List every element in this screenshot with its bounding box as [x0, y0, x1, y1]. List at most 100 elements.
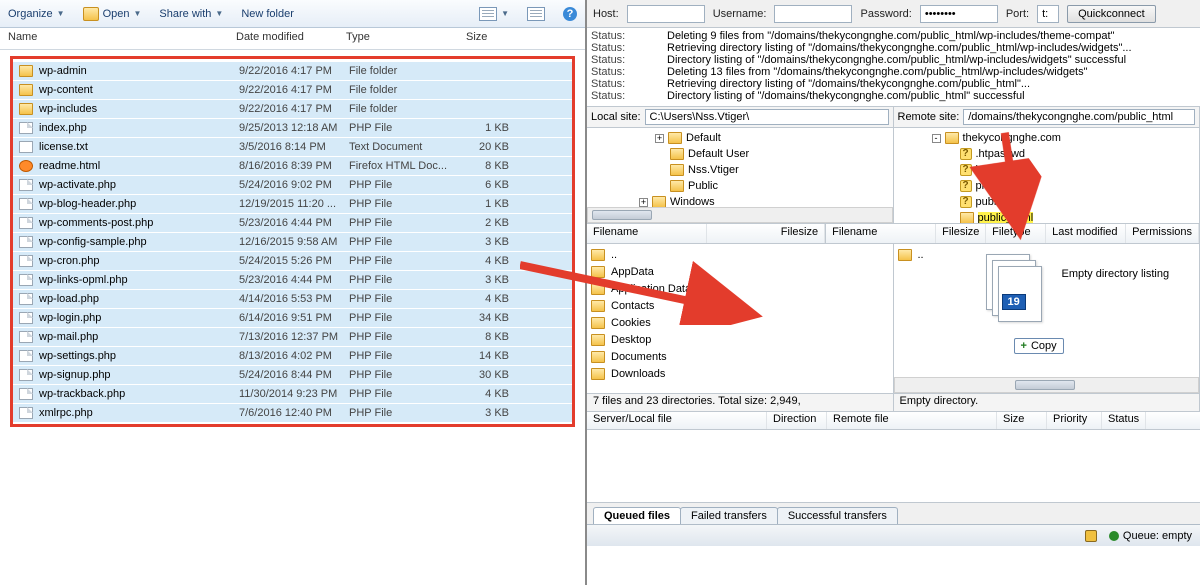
- status-message: Retrieving directory listing of "/domain…: [667, 42, 1132, 54]
- file-row[interactable]: wp-config-sample.php12/16/2015 9:58 AMPH…: [13, 232, 572, 251]
- th-status[interactable]: Status: [1102, 412, 1146, 429]
- remote-col-lastmod[interactable]: Last modified: [1046, 224, 1126, 243]
- file-type: PHP File: [349, 255, 469, 267]
- tree-item[interactable]: public_ftp: [898, 194, 1196, 210]
- tree-item[interactable]: Default User: [591, 146, 889, 162]
- drag-drop-preview: 19 +Copy: [974, 250, 1054, 340]
- preview-pane-button[interactable]: [527, 7, 545, 21]
- local-col-filesize[interactable]: Filesize: [707, 224, 825, 243]
- col-date[interactable]: Date modified: [228, 28, 338, 49]
- remote-scrollbar[interactable]: [894, 377, 1200, 393]
- file-row[interactable]: index.php9/25/2013 12:18 AMPHP File1 KB: [13, 118, 572, 137]
- th-remotefile[interactable]: Remote file: [827, 412, 997, 429]
- file-row[interactable]: wp-comments-post.php5/23/2016 4:44 PMPHP…: [13, 213, 572, 232]
- file-size: 20 KB: [469, 141, 529, 153]
- local-tree[interactable]: +DefaultDefault UserNss.VtigerPublic+Win…: [587, 128, 894, 223]
- local-col-filename[interactable]: Filename: [587, 224, 707, 243]
- tree-item[interactable]: private_html: [898, 178, 1196, 194]
- file-row[interactable]: wp-content9/22/2016 4:17 PMFile folder: [13, 80, 572, 99]
- remote-col-filename[interactable]: Filename: [826, 224, 936, 243]
- file-row[interactable]: wp-settings.php8/13/2016 4:02 PMPHP File…: [13, 346, 572, 365]
- tree-item[interactable]: logs: [898, 162, 1196, 178]
- host-input[interactable]: [627, 5, 705, 23]
- remote-dir-list[interactable]: .. 19 +Copy Empty directory listing: [894, 244, 1200, 393]
- col-type[interactable]: Type: [338, 28, 458, 49]
- th-size[interactable]: Size: [997, 412, 1047, 429]
- list-item[interactable]: Cookies: [591, 314, 889, 331]
- list-item[interactable]: Documents: [591, 348, 889, 365]
- list-item[interactable]: ..: [591, 246, 889, 263]
- th-direction[interactable]: Direction: [767, 412, 827, 429]
- help-icon[interactable]: ?: [563, 7, 577, 21]
- tree-item[interactable]: Public: [591, 178, 889, 194]
- list-item[interactable]: Desktop: [591, 331, 889, 348]
- file-row[interactable]: wp-signup.php5/24/2016 8:44 PMPHP File30…: [13, 365, 572, 384]
- new-folder-button[interactable]: New folder: [241, 8, 294, 20]
- file-row[interactable]: wp-includes9/22/2016 4:17 PMFile folder: [13, 99, 572, 118]
- th-priority[interactable]: Priority: [1047, 412, 1102, 429]
- file-icon: [19, 350, 33, 362]
- list-item[interactable]: AppData: [591, 263, 889, 280]
- file-row[interactable]: readme.html8/16/2016 8:39 PMFirefox HTML…: [13, 156, 572, 175]
- tree-item[interactable]: -thekycongnghe.com: [898, 130, 1196, 146]
- file-name: wp-blog-header.php: [39, 198, 136, 210]
- list-item[interactable]: Application Data: [591, 280, 889, 297]
- file-icon: [19, 388, 33, 400]
- file-size: 34 KB: [469, 312, 529, 324]
- file-row[interactable]: wp-trackback.php11/30/2014 9:23 PMPHP Fi…: [13, 384, 572, 403]
- remote-col-filetype[interactable]: Filetype: [986, 224, 1046, 243]
- file-icon: [19, 369, 33, 381]
- remote-col-filesize[interactable]: Filesize: [936, 224, 986, 243]
- local-site-input[interactable]: [645, 109, 889, 125]
- expander-icon[interactable]: +: [639, 198, 648, 207]
- share-menu[interactable]: Share with▼: [159, 8, 223, 20]
- file-icon: [19, 179, 33, 191]
- th-serverlocal[interactable]: Server/Local file: [587, 412, 767, 429]
- tree-item[interactable]: public_html: [898, 210, 1196, 223]
- tab-failed[interactable]: Failed transfers: [680, 507, 778, 524]
- file-type: PHP File: [349, 388, 469, 400]
- file-row[interactable]: wp-load.php4/14/2016 5:53 PMPHP File4 KB: [13, 289, 572, 308]
- username-input[interactable]: [774, 5, 852, 23]
- file-name: xmlrpc.php: [39, 407, 93, 419]
- status-message: Directory listing of "/domains/thekycong…: [667, 54, 1126, 66]
- col-name[interactable]: Name: [0, 28, 228, 49]
- tab-queued[interactable]: Queued files: [593, 507, 681, 524]
- remote-site-input[interactable]: [963, 109, 1195, 125]
- organize-menu[interactable]: Organize▼: [8, 8, 65, 20]
- file-row[interactable]: wp-admin9/22/2016 4:17 PMFile folder: [13, 61, 572, 80]
- list-item[interactable]: Downloads: [591, 365, 889, 382]
- local-dir-list[interactable]: ..AppDataApplication DataContactsCookies…: [587, 244, 894, 393]
- file-row[interactable]: wp-activate.php5/24/2016 9:02 PMPHP File…: [13, 175, 572, 194]
- file-row[interactable]: wp-links-opml.php5/23/2016 4:44 PMPHP Fi…: [13, 270, 572, 289]
- fold-icon: [19, 65, 33, 77]
- tree-label: public_ftp: [976, 196, 1023, 208]
- explorer-file-list[interactable]: wp-admin9/22/2016 4:17 PMFile folderwp-c…: [10, 56, 575, 427]
- tree-item[interactable]: Nss.Vtiger: [591, 162, 889, 178]
- view-menu[interactable]: ▼: [479, 7, 509, 21]
- tree-item[interactable]: +Default: [591, 130, 889, 146]
- expander-icon[interactable]: -: [932, 134, 941, 143]
- remote-col-permissions[interactable]: Permissions: [1126, 224, 1199, 243]
- file-row[interactable]: xmlrpc.php7/6/2016 12:40 PMPHP File3 KB: [13, 403, 572, 422]
- expander-icon[interactable]: +: [655, 134, 664, 143]
- tree-item[interactable]: .htpasswd: [898, 146, 1196, 162]
- local-tree-scrollbar[interactable]: [587, 207, 893, 223]
- remote-tree[interactable]: -thekycongnghe.com.htpasswdlogsprivate_h…: [894, 128, 1200, 223]
- status-label: Status:: [591, 54, 667, 66]
- port-input[interactable]: [1037, 5, 1059, 23]
- list-item[interactable]: Contacts: [591, 297, 889, 314]
- quickconnect-button[interactable]: Quickconnect: [1067, 5, 1156, 23]
- password-input[interactable]: [920, 5, 998, 23]
- empty-directory-text: Empty directory listing: [1062, 268, 1170, 280]
- file-row[interactable]: license.txt3/5/2016 8:14 PMText Document…: [13, 137, 572, 156]
- file-row[interactable]: wp-blog-header.php12/19/2015 11:20 ...PH…: [13, 194, 572, 213]
- tab-successful[interactable]: Successful transfers: [777, 507, 898, 524]
- file-name: readme.html: [39, 160, 100, 172]
- file-row[interactable]: wp-login.php6/14/2016 9:51 PMPHP File34 …: [13, 308, 572, 327]
- file-row[interactable]: wp-cron.php5/24/2015 5:26 PMPHP File4 KB: [13, 251, 572, 270]
- col-size[interactable]: Size: [458, 28, 538, 49]
- open-menu[interactable]: Open▼: [83, 7, 142, 21]
- ftp-pane: Host: Username: Password: Port: Quickcon…: [587, 0, 1200, 585]
- file-row[interactable]: wp-mail.php7/13/2016 12:37 PMPHP File8 K…: [13, 327, 572, 346]
